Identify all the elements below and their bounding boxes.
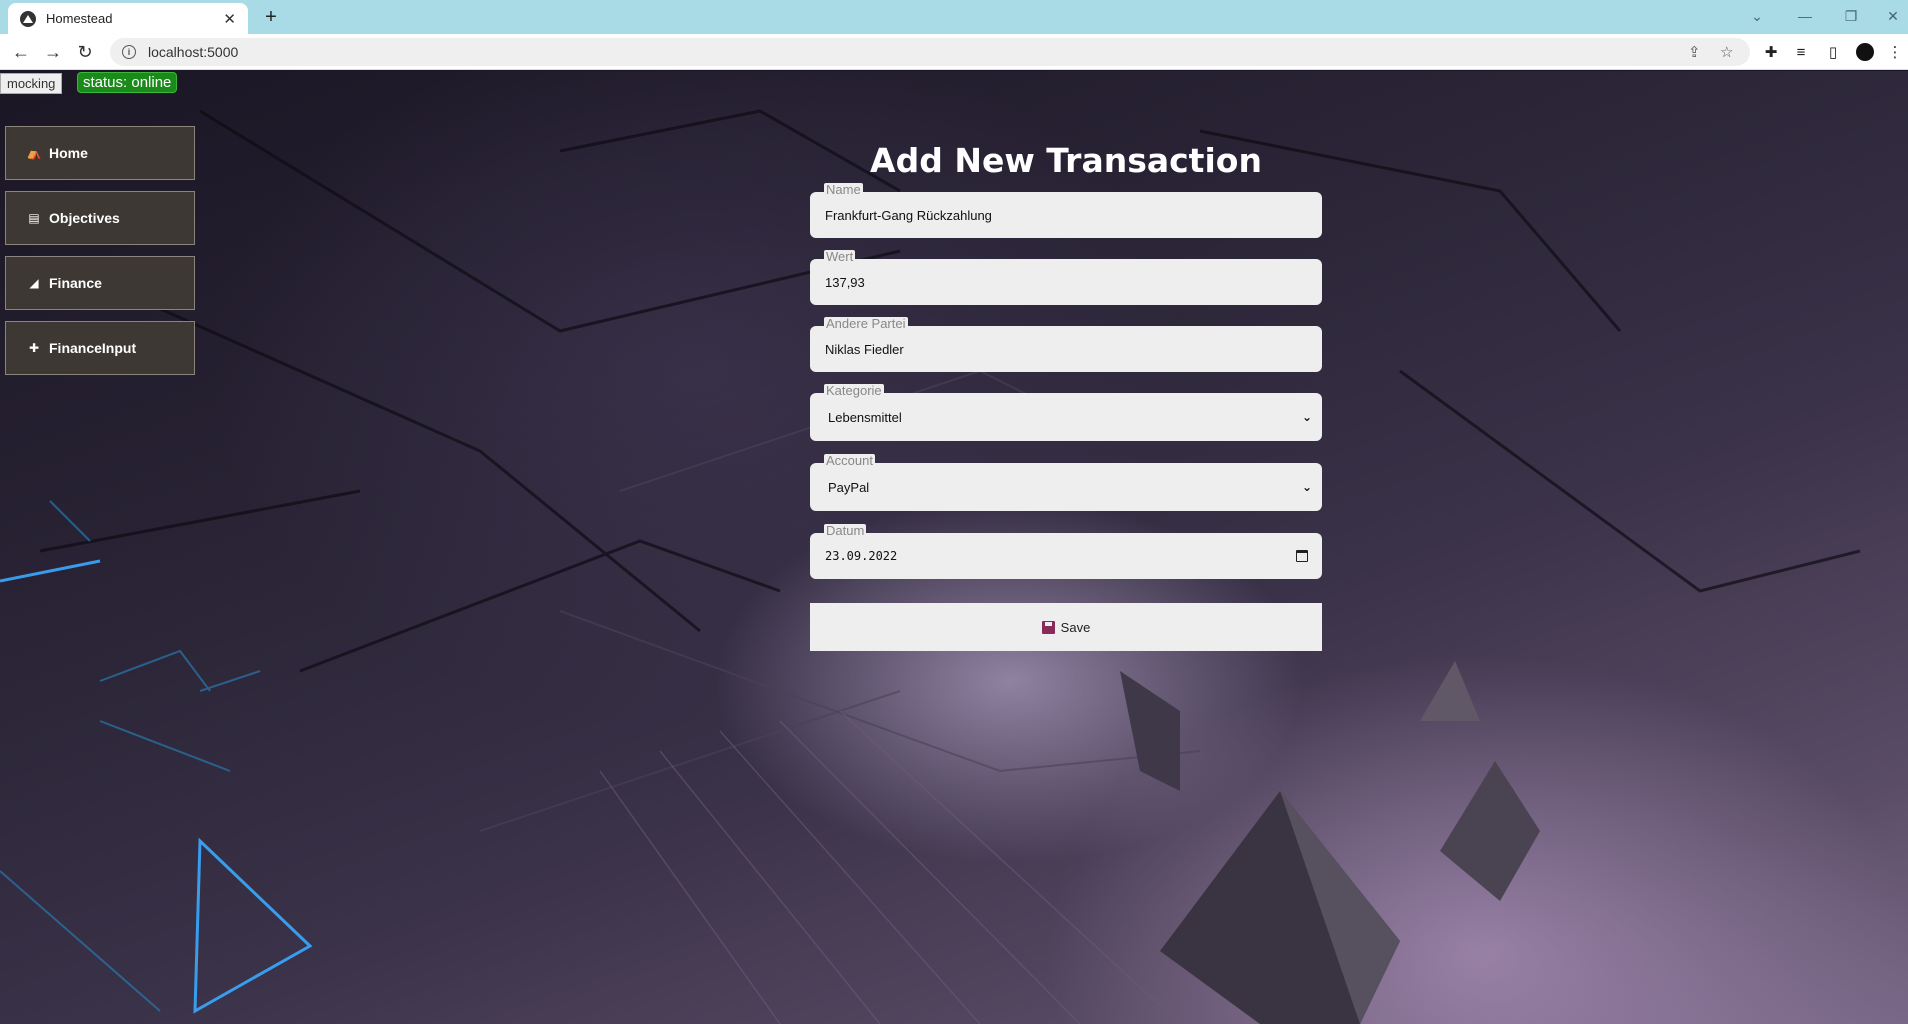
partei-input[interactable]: Niklas Fiedler — [810, 326, 1322, 372]
browser-tab-strip: Homestead ✕ + ⌄ — ❐ ✕ — [0, 0, 1908, 34]
save-button[interactable]: Save — [810, 603, 1322, 651]
chevron-down-icon: ⌄ — [1301, 480, 1312, 494]
partei-field-group: Andere Partei Niklas Fiedler — [810, 317, 1322, 393]
sidebar-item-label: FinanceInput — [49, 340, 137, 356]
account-select[interactable]: PayPal ⌄ — [810, 463, 1322, 511]
sidebar-item-home[interactable]: ⛺ Home — [5, 126, 195, 180]
window-close-icon[interactable]: ✕ — [1878, 4, 1908, 28]
profile-avatar[interactable] — [1854, 42, 1876, 62]
datum-input[interactable]: 23.09.2022 — [810, 533, 1322, 579]
minimize-icon[interactable]: — — [1790, 4, 1820, 28]
kategorie-select[interactable]: Lebensmittel ⌄ — [810, 393, 1322, 441]
share-icon[interactable]: ⇪ — [1688, 38, 1701, 66]
partei-value: Niklas Fiedler — [825, 341, 904, 357]
partei-label: Andere Partei — [824, 316, 908, 331]
bookmark-star-icon[interactable]: ☆ — [1720, 38, 1733, 66]
app-page: mocking status: online ⛺ Home ▤ Objectiv… — [0, 71, 1908, 1024]
transaction-form: Add New Transaction Name Frankfurt-Gang … — [810, 141, 1322, 651]
tab-search-icon[interactable]: ⌄ — [1742, 4, 1772, 28]
back-icon[interactable]: ← — [8, 40, 34, 64]
reload-icon[interactable]: ↻ — [72, 40, 98, 64]
browser-tab[interactable]: Homestead ✕ — [8, 3, 248, 34]
home-icon: ⛺ — [26, 146, 42, 160]
wert-value: 137,93 — [825, 274, 865, 290]
extensions-icon[interactable]: ✚ — [1760, 42, 1782, 62]
plus-icon: ✚ — [28, 341, 40, 355]
sidebar-item-label: Home — [49, 145, 88, 161]
kategorie-label: Kategorie — [824, 383, 884, 398]
name-input[interactable]: Frankfurt-Gang Rückzahlung — [810, 192, 1322, 238]
kategorie-value: Lebensmittel — [828, 409, 902, 425]
wert-label: Wert — [824, 249, 856, 264]
sidebar-item-label: Finance — [49, 275, 102, 291]
floppy-disk-icon — [1041, 620, 1055, 634]
save-label: Save — [1060, 619, 1091, 635]
sidebar-item-objectives[interactable]: ▤ Objectives — [5, 191, 195, 245]
page-title: Add New Transaction — [870, 141, 1262, 180]
menu-icon[interactable]: ⋮ — [1884, 42, 1906, 62]
url-text: localhost:5000 — [148, 44, 239, 60]
restore-icon[interactable]: ❐ — [1836, 4, 1866, 28]
browser-toolbar: ← → ↻ i localhost:5000 ⇪ ☆ ✚ ≡ ▯ ⋮ — [0, 34, 1908, 70]
mocking-badge: mocking — [0, 73, 63, 94]
list-icon: ▤ — [28, 211, 40, 225]
sidebar-item-financeinput[interactable]: ✚ FinanceInput — [5, 321, 195, 375]
side-panel-icon[interactable]: ▯ — [1822, 42, 1844, 62]
datum-value: 23.09.2022 — [825, 549, 898, 563]
account-label: Account — [824, 453, 875, 468]
reading-list-icon[interactable]: ≡ — [1790, 42, 1812, 62]
chevron-down-icon: ⌄ — [1301, 410, 1312, 424]
close-icon[interactable]: ✕ — [223, 10, 236, 28]
save-row: Save — [810, 603, 1322, 651]
kategorie-field-group: Kategorie Lebensmittel ⌄ — [810, 384, 1322, 463]
status-badge: status: online — [77, 72, 178, 93]
sidebar: ⛺ Home ▤ Objectives ◢ Finance ✚ FinanceI… — [5, 126, 195, 386]
sidebar-item-label: Objectives — [49, 210, 120, 226]
forward-icon[interactable]: → — [40, 40, 66, 64]
address-bar[interactable]: i localhost:5000 ⇪ ☆ — [110, 38, 1750, 66]
calendar-icon[interactable] — [1296, 550, 1308, 562]
account-value: PayPal — [828, 479, 870, 495]
wert-input[interactable]: 137,93 — [810, 259, 1322, 305]
name-field-group: Name Frankfurt-Gang Rückzahlung — [810, 183, 1322, 259]
new-tab-button[interactable]: + — [258, 4, 284, 30]
name-label: Name — [824, 182, 863, 197]
datum-label: Datum — [824, 523, 867, 538]
chart-icon: ◢ — [29, 276, 39, 290]
sidebar-item-finance[interactable]: ◢ Finance — [5, 256, 195, 310]
account-field-group: Account PayPal ⌄ — [810, 454, 1322, 533]
name-value: Frankfurt-Gang Rückzahlung — [825, 207, 992, 223]
tab-title: Homestead — [46, 11, 113, 26]
app-logo-icon — [20, 10, 36, 27]
datum-field-group: Datum 23.09.2022 — [810, 524, 1322, 603]
site-info-icon[interactable]: i — [122, 45, 136, 59]
